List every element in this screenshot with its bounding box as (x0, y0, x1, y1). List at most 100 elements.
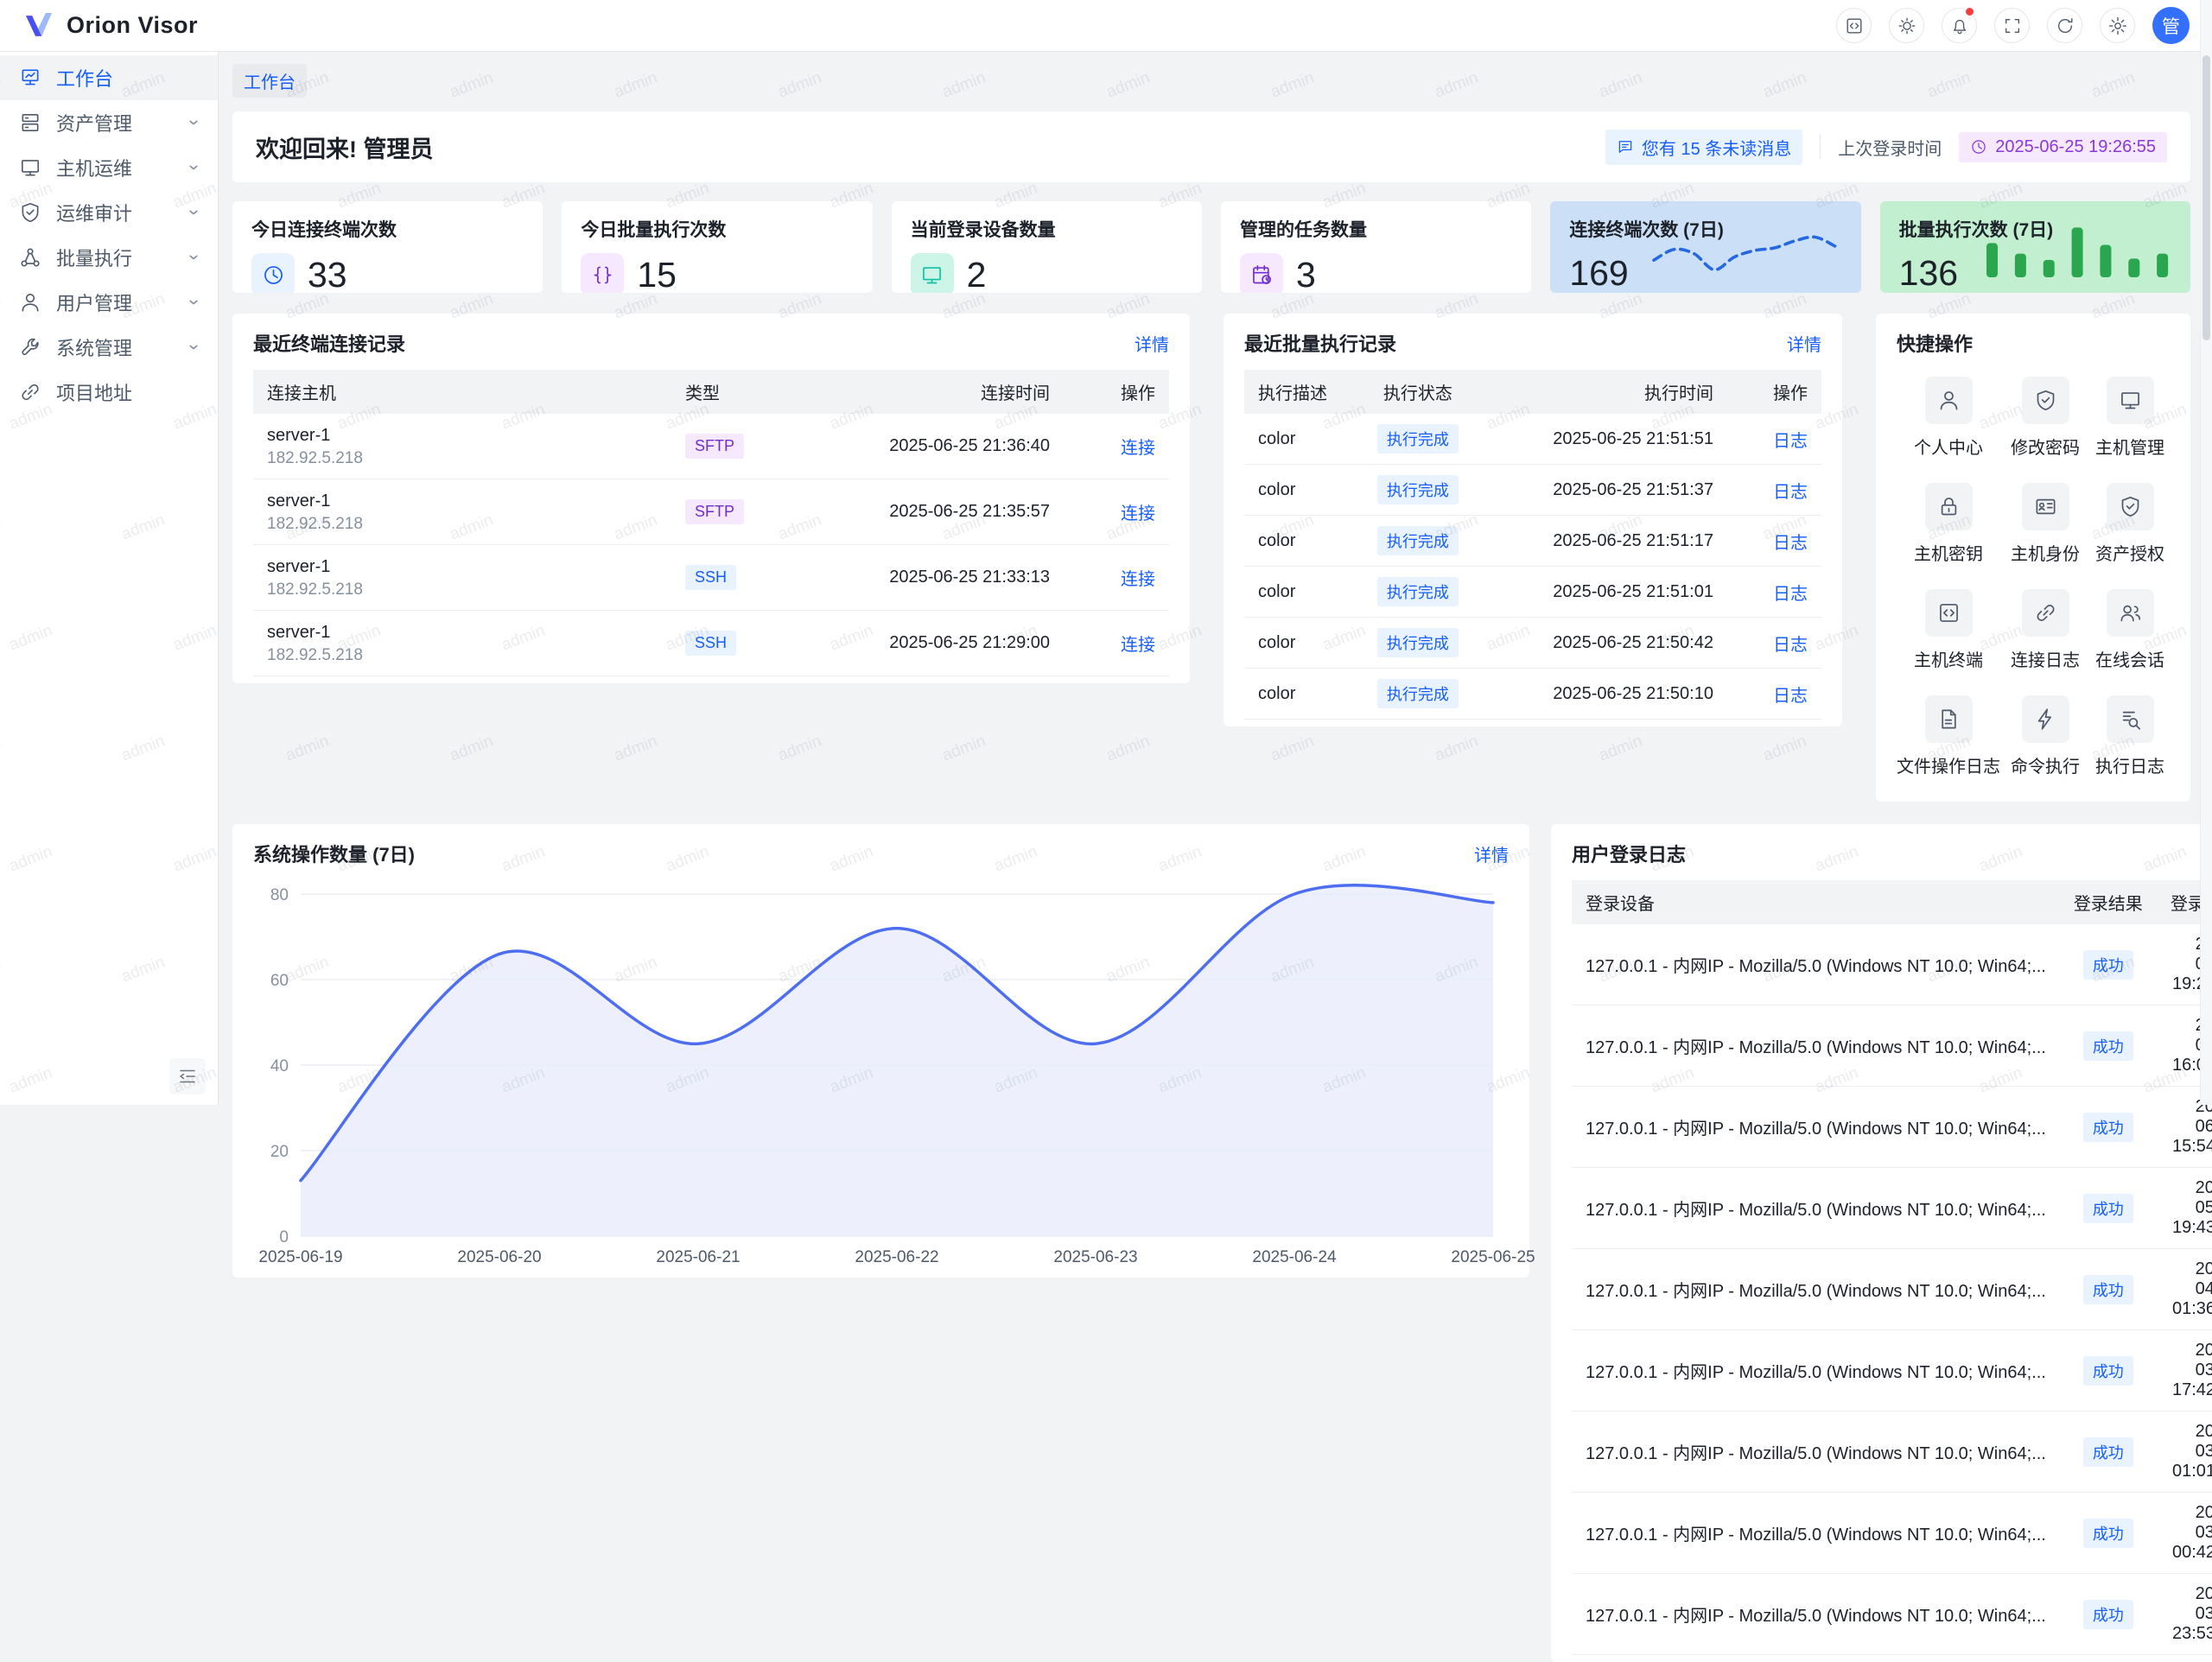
connect-time: 2025-06-25 21:35:57 (803, 479, 1064, 545)
svg-text:2025-06-22: 2025-06-22 (855, 1248, 938, 1266)
quick-action-command-exec[interactable]: 命令执行 (2005, 695, 2085, 777)
welcome-title: 欢迎回来! 管理员 (256, 130, 434, 164)
svg-text:20: 20 (270, 1143, 289, 1161)
sidebar-item-ops-audit[interactable]: 运维审计 (0, 190, 218, 235)
log-link[interactable]: 日志 (1773, 687, 1808, 706)
quick-action-host-keys[interactable]: 主机密钥 (1897, 483, 2000, 565)
login-device: 127.0.0.1 - 内网IP - Mozilla/5.0 (Windows … (1586, 952, 2046, 977)
quick-action-host-management[interactable]: 主机管理 (2090, 377, 2170, 459)
log-link[interactable]: 日志 (1773, 483, 1808, 502)
exec-time: 2025-06-25 21:51:51 (1495, 414, 1727, 465)
connect-link[interactable]: 连接 (1121, 439, 1155, 458)
last-login-time-text: 2025-06-25 19:26:55 (1995, 137, 2156, 157)
breadcrumb-item-workbench[interactable]: 工作台 (232, 64, 307, 98)
users-group-icon (2119, 601, 2142, 625)
file-search-icon (2119, 707, 2142, 731)
gear-button[interactable] (2100, 8, 2135, 43)
quick-action-host-terminal[interactable]: 主机终端 (1897, 589, 2000, 671)
sidebar: 工作台 资产管理 主机运维 运维审计 批量执行 用户管理 系统管理 项目地址 (0, 52, 219, 1105)
quick-action-label: 连接日志 (2011, 646, 2080, 671)
welcome-banner: 欢迎回来! 管理员 您有 15 条未读消息 上次登录时间 2025-06-25 … (232, 111, 2190, 182)
log-link[interactable]: 日志 (1773, 534, 1808, 553)
stat-card: 今日批量执行次数 15 (562, 201, 872, 293)
quick-action-change-password[interactable]: 修改密码 (2005, 377, 2085, 459)
breadcrumb: 工作台 (232, 64, 2190, 98)
scrollbar[interactable] (2200, 0, 2212, 1105)
sidebar-item-label: 工作台 (56, 64, 202, 92)
divider (1820, 135, 1821, 159)
system-operations-card: 系统操作数量 (7日) 详情 0204060802025-06-192025-0… (232, 824, 1529, 1278)
connect-link[interactable]: 连接 (1121, 570, 1155, 589)
svg-text:40: 40 (270, 1057, 289, 1075)
connect-time: 2025-06-25 21:36:40 (803, 414, 1064, 479)
scrollbar-thumb[interactable] (2202, 55, 2210, 340)
connect-link[interactable]: 连接 (1121, 504, 1155, 523)
quick-action-icon-box (2022, 377, 2069, 424)
exec-description: color (1244, 516, 1341, 567)
connect-time: 2025-06-25 21:33:13 (803, 545, 1064, 611)
code-square-button[interactable] (1836, 8, 1872, 43)
table-row: color 执行完成 2025-06-25 21:51:51 日志 (1244, 414, 1821, 465)
quick-action-personal-center[interactable]: 个人中心 (1897, 377, 2000, 459)
quick-actions-title: 快捷操作 (1897, 329, 1973, 357)
quick-action-host-identity[interactable]: 主机身份 (2005, 483, 2085, 565)
login-result-badge: 成功 (2083, 1437, 2133, 1467)
batch-detail-link[interactable]: 详情 (1787, 331, 1821, 356)
log-link[interactable]: 日志 (1773, 432, 1808, 451)
sidebar-item-user-mgmt[interactable]: 用户管理 (0, 280, 218, 325)
quick-action-exec-logs[interactable]: 执行日志 (2090, 695, 2170, 777)
sidebar-item-system-mgmt[interactable]: 系统管理 (0, 325, 218, 370)
quick-action-asset-auth[interactable]: 资产授权 (2090, 483, 2170, 565)
quick-action-online-sessions[interactable]: 在线会话 (2090, 589, 2170, 671)
system-operations-title: 系统操作数量 (7日) (253, 840, 415, 867)
middle-row: 最近终端连接记录 详情 连接主机 类型 连接时间 操作 server-1 182… (232, 314, 2190, 802)
table-row: color 执行完成 2025-06-25 21:51:17 日志 (1244, 516, 1821, 567)
batch-card-title: 最近批量执行记录 (1244, 329, 1396, 357)
login-device: 127.0.0.1 - 内网IP - Mozilla/5.0 (Windows … (1586, 1520, 2046, 1545)
sun-button[interactable] (1889, 8, 1924, 43)
log-link[interactable]: 日志 (1773, 585, 1808, 604)
sidebar-item-label: 用户管理 (56, 289, 170, 316)
refresh-button[interactable] (2047, 8, 2082, 43)
login-device: 127.0.0.1 - 内网IP - Mozilla/5.0 (Windows … (1586, 1277, 2046, 1302)
log-link[interactable]: 日志 (1773, 636, 1808, 655)
bell-button[interactable] (1942, 8, 1977, 43)
notification-dot (1964, 6, 1975, 17)
quick-action-icon-box (2022, 483, 2069, 530)
terminal-card-head: 最近终端连接记录 详情 (253, 329, 1169, 357)
sidebar-item-label: 项目地址 (56, 378, 202, 406)
refresh-icon (2056, 16, 2075, 35)
sidebar-item-workbench[interactable]: 工作台 (0, 55, 218, 100)
login-result-badge: 成功 (2083, 950, 2133, 980)
sidebar-item-batch-exec[interactable]: 批量执行 (0, 235, 218, 280)
exec-description: color (1244, 465, 1341, 516)
user-icon (19, 291, 41, 314)
login-result-badge: 成功 (2083, 1113, 2133, 1142)
table-row: 127.0.0.1 - 内网IP - Mozilla/5.0 (Windows … (1572, 1493, 2212, 1574)
login-result-badge: 成功 (2083, 1356, 2133, 1386)
login-result-badge: 成功 (2083, 1519, 2133, 1548)
sidebar-item-project-url[interactable]: 项目地址 (0, 370, 218, 415)
exec-time: 2025-06-25 21:51:01 (1495, 567, 1727, 618)
sidebar-item-host-ops[interactable]: 主机运维 (0, 145, 218, 190)
connect-link[interactable]: 连接 (1121, 636, 1155, 655)
system-operations-detail-link[interactable]: 详情 (1474, 841, 1509, 866)
terminal-detail-link[interactable]: 详情 (1135, 331, 1169, 356)
login-device: 127.0.0.1 - 内网IP - Mozilla/5.0 (Windows … (1586, 1033, 2046, 1058)
sidebar-item-assets[interactable]: 资产管理 (0, 100, 218, 145)
sidebar-item-label: 主机运维 (56, 154, 170, 181)
fullscreen-button[interactable] (1994, 8, 2030, 43)
unread-messages-badge[interactable]: 您有 15 条未读消息 (1605, 130, 1802, 165)
quick-action-file-op-logs[interactable]: 文件操作日志 (1897, 695, 2000, 777)
svg-text:2025-06-19: 2025-06-19 (258, 1248, 342, 1266)
sidebar-collapse-button[interactable] (169, 1058, 206, 1094)
avatar[interactable]: 管 (2152, 7, 2190, 44)
quick-action-icon-box (1925, 377, 1973, 424)
quick-action-label: 主机终端 (1914, 646, 1983, 671)
stat-icon-box (911, 253, 954, 293)
stat-value: 3 (1296, 257, 1316, 293)
column-header: 操作 (1727, 370, 1821, 414)
lightning-icon (2034, 707, 2057, 731)
exec-description: color (1244, 414, 1341, 465)
quick-action-connect-logs[interactable]: 连接日志 (2005, 589, 2085, 671)
